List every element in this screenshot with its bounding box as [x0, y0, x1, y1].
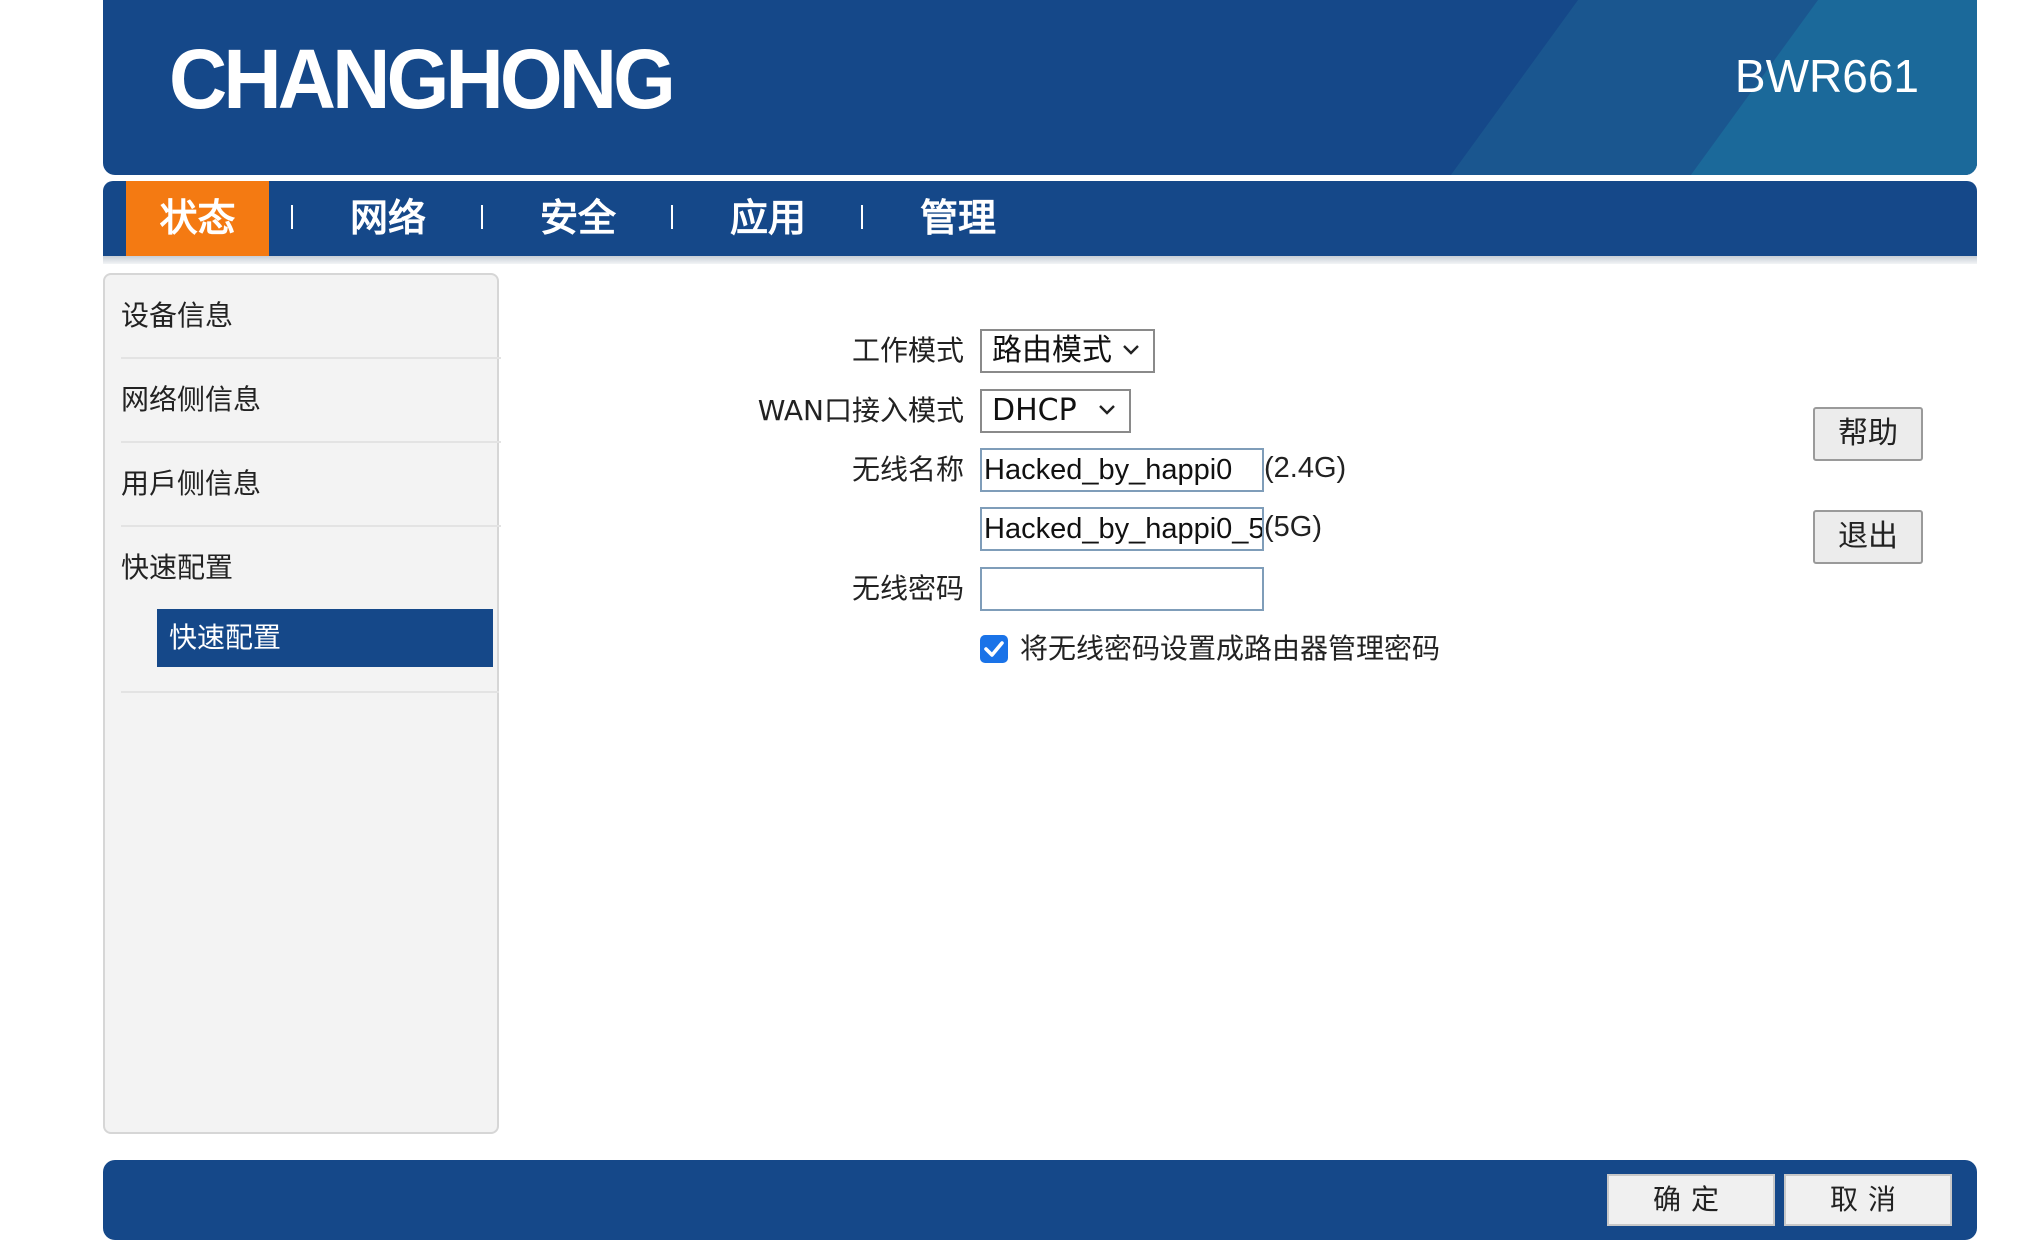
nav-shadow: [103, 256, 1977, 264]
nav-divider: [481, 205, 483, 229]
nav-tab-application[interactable]: 应用: [693, 181, 843, 256]
sidebar-item-network-side-info[interactable]: 网络侧信息: [121, 359, 501, 443]
wan-mode-value: DHCP: [992, 393, 1077, 428]
cancel-button[interactable]: 取消: [1784, 1174, 1952, 1226]
main-nav: 状态 网络 安全 应用 管理: [103, 181, 1977, 256]
nav-divider: [861, 205, 863, 229]
nav-tab-management[interactable]: 管理: [883, 181, 1033, 256]
nav-tab-status[interactable]: 状态: [126, 181, 269, 256]
sync-password-checkbox[interactable]: [980, 635, 1008, 663]
work-mode-select[interactable]: 路由模式: [980, 329, 1155, 373]
work-mode-label: 工作模式: [851, 334, 964, 367]
wan-mode-select[interactable]: DHCP: [980, 389, 1131, 433]
nav-divider: [291, 205, 293, 229]
nav-divider: [671, 205, 673, 229]
wan-mode-label: WAN口接入模式: [757, 394, 964, 427]
logout-button[interactable]: 退出: [1813, 510, 1923, 564]
header-banner: CHANGHONG BWR661: [103, 0, 1977, 175]
password-label: 无线密码: [851, 572, 964, 605]
ssid-24g-input[interactable]: Hacked_by_happi0: [980, 448, 1264, 492]
ok-button[interactable]: 确定: [1607, 1174, 1775, 1226]
nav-tab-network[interactable]: 网络: [313, 181, 463, 256]
sidebar-divider: [121, 691, 499, 693]
ssid-label: 无线名称: [851, 453, 964, 486]
sidebar-item-quick-config[interactable]: 快速配置: [121, 527, 501, 609]
password-input[interactable]: [980, 567, 1264, 611]
chevron-down-icon: [1099, 405, 1115, 415]
work-mode-value: 路由模式: [992, 333, 1112, 368]
nav-tab-security[interactable]: 安全: [503, 181, 653, 256]
sync-password-label: 将无线密码设置成路由器管理密码: [1020, 632, 1441, 665]
ssid-24g-suffix: (2.4G): [1264, 452, 1347, 484]
sidebar: 设备信息 网络侧信息 用戶侧信息 快速配置 快速配置: [103, 273, 501, 1134]
model-name: BWR661: [1734, 50, 1919, 102]
sidebar-subitem-quick-config[interactable]: 快速配置: [157, 609, 493, 667]
brand-logo: CHANGHONG: [169, 32, 676, 126]
chevron-down-icon: [1123, 345, 1139, 355]
sidebar-item-device-info[interactable]: 设备信息: [121, 275, 501, 359]
ssid-5g-suffix: (5G): [1264, 511, 1322, 543]
ssid-5g-input[interactable]: Hacked_by_happi0_5G: [980, 507, 1264, 551]
sidebar-item-user-side-info[interactable]: 用戶侧信息: [121, 443, 501, 527]
help-button[interactable]: 帮助: [1813, 407, 1923, 461]
checkmark-icon: [984, 641, 1004, 657]
